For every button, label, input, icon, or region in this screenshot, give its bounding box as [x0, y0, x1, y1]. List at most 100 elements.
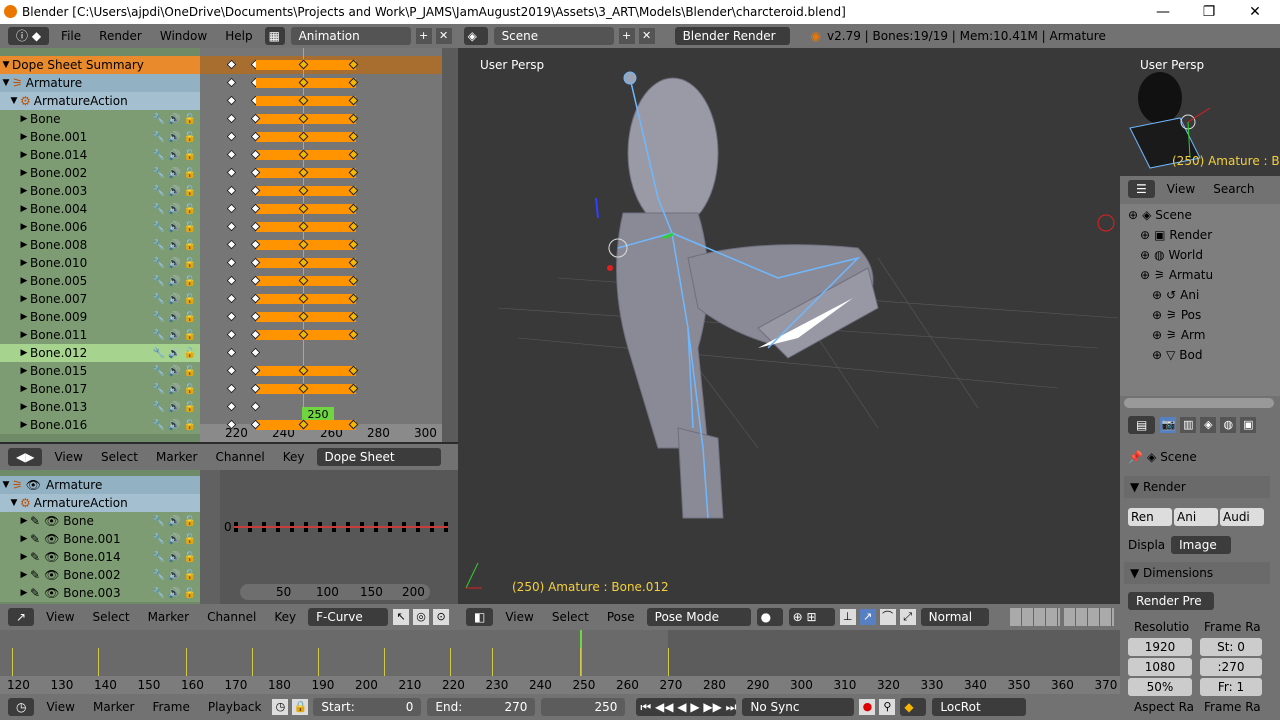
mute-icon[interactable]: 🔊 [168, 402, 180, 413]
keyframe[interactable] [226, 419, 237, 430]
pivot-icon[interactable]: ⊙ [433, 609, 450, 625]
resolution-percent-field[interactable]: 50% [1128, 678, 1192, 696]
menu-file[interactable]: File [52, 29, 90, 43]
render-engine-select[interactable]: Blender Render [674, 27, 790, 45]
menu-marker[interactable]: Marker [147, 450, 206, 464]
playback-controls[interactable]: ⏮ ◀◀ ◀ ▶ ▶▶ ⏭ [636, 698, 736, 716]
lock-icon[interactable]: 🔓 [184, 222, 196, 233]
keyframe[interactable] [226, 77, 237, 88]
menu-pose[interactable]: Pose [598, 610, 644, 624]
lock-icon[interactable]: 🔓 [184, 150, 196, 161]
keyframe[interactable] [226, 131, 237, 142]
bone-channel-row[interactable]: ▶ Bone.013 🔧 🔊 🔓 [0, 398, 200, 416]
keyframe[interactable] [226, 293, 237, 304]
pin-icon[interactable]: ✎ [30, 514, 40, 528]
keyframe[interactable] [226, 113, 237, 124]
wrench-icon[interactable]: 🔧 [153, 168, 165, 179]
keyframe[interactable] [226, 365, 237, 376]
expand-icon[interactable]: ▶ [18, 516, 30, 526]
bone-channel-row[interactable]: ▶ Bone.001 🔧 🔊 🔓 [0, 128, 200, 146]
editor-type-info-icon[interactable]: ⓘ ◆ [8, 27, 50, 45]
wrench-icon[interactable]: 🔧 [153, 552, 165, 563]
mute-icon[interactable]: 🔊 [168, 570, 180, 581]
menu-playback[interactable]: Playback [199, 700, 271, 714]
manipulator-icon[interactable]: ⊥ [839, 609, 856, 625]
menu-marker[interactable]: Marker [139, 610, 198, 624]
menu-view[interactable]: View [1158, 182, 1204, 196]
screen-layout-field[interactable]: Animation [290, 27, 411, 45]
wrench-icon[interactable]: 🔧 [153, 534, 165, 545]
pointer-icon[interactable]: ↖ [393, 609, 410, 625]
expand-icon[interactable]: ▶ [18, 420, 30, 430]
wrench-icon[interactable]: 🔧 [153, 258, 165, 269]
keyframe[interactable] [226, 167, 237, 178]
mute-icon[interactable]: 🔊 [168, 150, 180, 161]
bone-channel-row[interactable]: ▶ Bone.016 🔧 🔊 🔓 [0, 416, 200, 434]
remove-scene-icon[interactable]: ✕ [638, 28, 655, 44]
graph-mode-select[interactable]: F-Curve [308, 608, 389, 626]
frame-start-field[interactable]: St: 0 [1200, 638, 1262, 656]
mute-icon[interactable]: 🔊 [168, 168, 180, 179]
wrench-icon[interactable]: 🔧 [153, 420, 165, 431]
menu-select[interactable]: Select [84, 610, 139, 624]
keyframe[interactable] [226, 383, 237, 394]
outliner-item[interactable]: ⊕ ◈ Scene [1128, 208, 1192, 222]
expand-icon[interactable]: ▶ [18, 276, 30, 286]
expand-icon[interactable]: ⊕ [1152, 328, 1162, 342]
resolution-x-field[interactable]: 1920 [1128, 638, 1192, 656]
visibility-eye-icon[interactable]: 👁 [44, 568, 59, 582]
screen-layout-icon[interactable]: ▦ [264, 27, 285, 45]
lock-icon[interactable]: 🔒 [292, 699, 309, 715]
expand-icon[interactable]: ▶ [18, 366, 30, 376]
pin-icon[interactable]: ✎ [30, 550, 40, 564]
menu-select[interactable]: Select [543, 610, 598, 624]
expand-icon[interactable]: ▶ [18, 552, 30, 562]
menu-view[interactable]: View [37, 700, 83, 714]
menu-help[interactable]: Help [216, 29, 261, 43]
mute-icon[interactable]: 🔊 [168, 204, 180, 215]
expand-icon[interactable]: ▶ [18, 312, 30, 322]
dimensions-panel-header[interactable]: ▼ Dimensions [1124, 562, 1270, 584]
maximize-button[interactable]: ❐ [1186, 0, 1232, 24]
expand-icon[interactable]: ⊕ [1152, 288, 1162, 302]
expand-icon[interactable]: ▼ [0, 60, 12, 70]
wrench-icon[interactable]: 🔧 [153, 204, 165, 215]
remove-screen-icon[interactable]: ✕ [435, 28, 452, 44]
visibility-eye-icon[interactable]: 👁 [26, 478, 41, 492]
graph-action-row[interactable]: ▼ ⚙ ArmatureAction [0, 494, 200, 512]
outliner-item[interactable]: ⊕ ⚞ Armatu [1140, 268, 1213, 282]
expand-icon[interactable]: ▶ [18, 204, 30, 214]
lock-icon[interactable]: 🔓 [184, 276, 196, 287]
transform-orientation-select[interactable]: Normal [920, 608, 989, 626]
frame-end-field[interactable]: :270 [1200, 658, 1262, 676]
outliner-scrollbar[interactable] [1124, 398, 1274, 408]
bone-channel-row[interactable]: ▶ Bone.006 🔧 🔊 🔓 [0, 218, 200, 236]
object-row[interactable]: ▼ ⚞ Armature [0, 74, 200, 92]
wrench-icon[interactable]: 🔧 [153, 330, 165, 341]
wrench-icon[interactable]: 🔧 [153, 294, 165, 305]
keying-icon[interactable]: ⚲ [879, 699, 896, 715]
wrench-icon[interactable]: 🔧 [153, 516, 165, 527]
expand-icon[interactable]: ▶ [18, 132, 30, 142]
outliner-item[interactable]: ⊕ ↺ Ani [1152, 288, 1199, 302]
keyframe[interactable] [226, 329, 237, 340]
mute-icon[interactable]: 🔊 [168, 114, 180, 125]
outliner-tree[interactable]: ⊕ ◈ Scene ⊕ ▣ Render ⊕ ◍ World ⊕ ⚞ Armatu ⊕ ↺ Ani ⊕ ⚞ Pos… [1120, 204, 1280, 396]
wrench-icon[interactable]: 🔧 [153, 186, 165, 197]
display-select[interactable]: Image [1171, 536, 1232, 554]
expand-icon[interactable]: ▶ [18, 168, 30, 178]
keyframe[interactable] [226, 257, 237, 268]
bone-channel-row[interactable]: ▶ Bone.011 🔧 🔊 🔓 [0, 326, 200, 344]
lock-icon[interactable]: 🔓 [184, 312, 196, 323]
graph-bone-row[interactable]: ▶ ✎ 👁 Bone 🔧 🔊 🔓 [0, 512, 200, 530]
keyframe[interactable] [250, 347, 261, 358]
timeline[interactable]: 120 130 140 150 160 170 180 190 200 210 220 230 240 2… [0, 630, 1120, 694]
expand-icon[interactable]: ⊕ [1128, 208, 1138, 222]
bone-channel-row[interactable]: ▶ Bone.014 🔧 🔊 🔓 [0, 146, 200, 164]
keyframe[interactable] [226, 347, 237, 358]
lock-icon[interactable]: 🔓 [184, 348, 196, 359]
expand-icon[interactable]: ▶ [18, 258, 30, 268]
record-icon[interactable]: ● [859, 699, 876, 715]
menu-view[interactable]: View [45, 450, 91, 464]
mute-icon[interactable]: 🔊 [168, 552, 180, 563]
